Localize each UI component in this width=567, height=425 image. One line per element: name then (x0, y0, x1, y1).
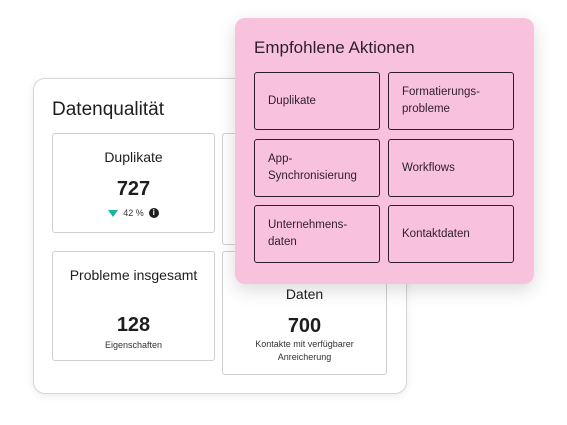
problems-metric-sub: Eigenschaften (104, 340, 163, 350)
action-label: Unternehmens- daten (268, 219, 348, 248)
duplicates-metric-title: Duplikate (104, 149, 163, 165)
action-workflows-button[interactable]: Workflows (388, 139, 514, 197)
duplicates-metric[interactable]: Duplikate 727 42 % i (52, 133, 215, 233)
trend-down-icon (108, 209, 119, 217)
problems-metric-value: 128 (116, 314, 151, 336)
action-company-data-button[interactable]: Unternehmens- daten (254, 205, 380, 263)
action-formatting-problems-button[interactable]: Formatierungs- probleme (388, 72, 514, 130)
action-label: App- Synchronisierung (268, 153, 357, 182)
data-quality-title: Datenqualität (52, 99, 164, 120)
action-contact-data-button[interactable]: Kontaktdaten (388, 205, 514, 263)
recommended-actions-title: Empfohlene Aktionen (254, 38, 415, 57)
action-label: Formatierungs- probleme (402, 86, 480, 115)
data-metric-sub: Kontakte mit verfügbarer Anreicherung (255, 339, 354, 362)
problems-metric-title: Probleme insgesamt (69, 267, 198, 283)
data-metric-title: Daten (285, 286, 324, 302)
stage: Datenqualität Duplikate 727 42 % i Probl… (0, 0, 567, 425)
action-label: Kontaktdaten (402, 227, 470, 240)
recommended-actions-card: Empfohlene Aktionen Duplikate Formatieru… (235, 18, 534, 284)
duplicates-trend-text: 42 % (123, 208, 144, 218)
info-icon[interactable]: i (148, 208, 159, 218)
action-label: Duplikate (268, 94, 316, 107)
problems-metric[interactable]: Probleme insgesamt 128 Eigenschaften (52, 251, 215, 361)
duplicates-trend: 42 % i (53, 208, 214, 218)
data-metric-value: 700 (287, 315, 322, 337)
action-duplicates-button[interactable]: Duplikate (254, 72, 380, 130)
action-label: Workflows (402, 161, 455, 174)
duplicates-metric-value: 727 (116, 178, 151, 200)
action-app-sync-button[interactable]: App- Synchronisierung (254, 139, 380, 197)
